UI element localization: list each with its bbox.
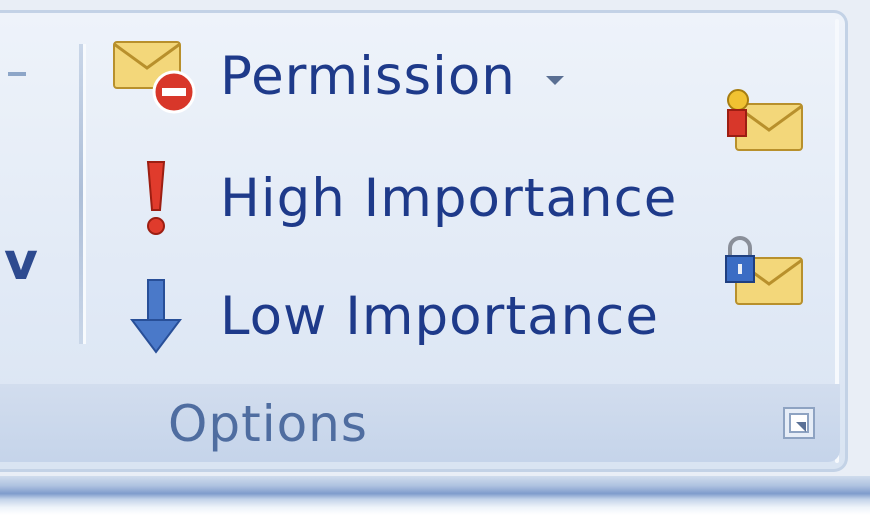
- permission-button[interactable]: Permission: [110, 36, 564, 116]
- low-importance-button[interactable]: Low Importance: [110, 276, 659, 356]
- group-separator: [79, 44, 86, 344]
- digital-signature-envelope-icon: [727, 89, 803, 151]
- permission-envelope-icon: [110, 36, 200, 116]
- ribbon-stage: v Permission High Importance Low Importa…: [0, 0, 870, 515]
- red-exclamation-icon: [110, 158, 200, 238]
- previous-group-dash: [8, 72, 26, 76]
- ribbon-bottom-edge: [0, 476, 870, 515]
- group-label-bar: [0, 384, 840, 462]
- previous-group-partial-label[interactable]: v: [4, 236, 38, 288]
- encrypt-lock-envelope-icon: [725, 236, 803, 305]
- chevron-down-icon[interactable]: [545, 75, 564, 85]
- high-importance-button[interactable]: High Importance: [110, 158, 677, 238]
- low-importance-label: Low Importance: [220, 285, 659, 347]
- permission-label: Permission: [220, 45, 516, 107]
- high-importance-label: High Importance: [220, 167, 678, 229]
- blue-down-arrow-icon: [110, 276, 200, 356]
- encrypt-button[interactable]: [720, 234, 810, 318]
- group-title: Options: [168, 395, 368, 453]
- digital-sign-button[interactable]: [720, 86, 810, 162]
- dialog-launcher-icon: [783, 407, 815, 439]
- dialog-launcher-button[interactable]: [780, 404, 818, 442]
